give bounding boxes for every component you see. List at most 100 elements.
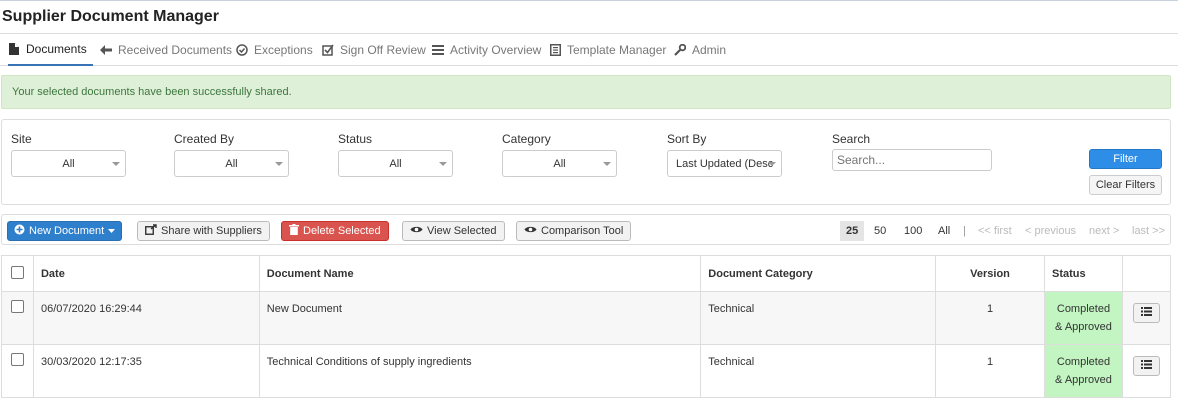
delete-selected-button[interactable]: Delete Selected [281, 221, 389, 241]
row-status: Completed & Approved [1043, 344, 1123, 398]
row-checkbox[interactable] [10, 300, 24, 313]
column-header-status[interactable]: Status [1043, 255, 1123, 292]
share-label: Share with Suppliers [161, 225, 262, 237]
column-header-actions [1121, 255, 1172, 292]
row-actions-cell [1121, 291, 1172, 345]
column-header-document-category[interactable]: Document Category [700, 255, 937, 292]
status-label: Status [338, 132, 373, 146]
tab-activity-overview[interactable]: Activity Overview [432, 34, 541, 66]
compare-label: Comparison Tool [541, 225, 624, 237]
new-document-button[interactable]: New Document [7, 221, 123, 241]
tab-received-documents[interactable]: Received Documents [100, 34, 232, 66]
page-size-100[interactable]: 100 [904, 221, 922, 241]
search-filter: Search [832, 132, 870, 146]
row-checkbox[interactable] [10, 353, 24, 366]
sort-by-filter: Sort By Last Updated (Desc [667, 132, 782, 177]
tab-documents[interactable]: Documents [8, 34, 93, 66]
next-page-link[interactable]: next > [1089, 221, 1119, 241]
filter-button[interactable]: Filter [1089, 149, 1162, 169]
chevron-down-icon [275, 162, 283, 166]
share-with-suppliers-button[interactable]: Share with Suppliers [137, 221, 270, 241]
documents-table: Date Document Name Document Category Ver… [1, 255, 1172, 398]
tab-exceptions[interactable]: Exceptions [236, 34, 313, 66]
site-value: All [62, 157, 75, 170]
page-size-50[interactable]: 50 [874, 221, 886, 241]
tab-label: Admin [692, 43, 727, 57]
success-alert: Your selected documents have been succes… [1, 75, 1171, 109]
status-line-1: Completed [1056, 356, 1111, 368]
row-status: Completed & Approved [1043, 291, 1123, 345]
status-line-1: Completed [1056, 303, 1111, 315]
last-page-link[interactable]: last >> [1132, 221, 1165, 241]
row-category: Technical [700, 344, 937, 398]
site-label: Site [11, 132, 32, 146]
column-header-date[interactable]: Date [32, 255, 260, 292]
select-all-checkbox[interactable] [10, 265, 24, 279]
created-by-select[interactable]: All [174, 150, 289, 177]
site-select[interactable]: All [11, 150, 126, 177]
column-header-version[interactable]: Version [935, 255, 1045, 292]
status-filter: Status All [338, 132, 453, 177]
row-select-cell [1, 291, 34, 345]
status-line-2: & Approved [1055, 374, 1112, 386]
tab-template-manager[interactable]: Template Manager [549, 34, 666, 66]
row-category: Technical [700, 291, 937, 345]
trash-icon [289, 224, 299, 238]
created-by-value: All [225, 157, 238, 170]
table-row: 30/03/2020 12:17:35 Technical Conditions… [1, 344, 1172, 398]
top-border [0, 0, 1178, 1]
list-icon [1140, 360, 1152, 372]
previous-page-link[interactable]: < previous [1025, 221, 1076, 241]
category-select[interactable]: All [502, 150, 617, 177]
page-size-all[interactable]: All [938, 221, 950, 241]
document-toolbar: New Document Share with Suppliers Delete… [1, 214, 1171, 245]
arrow-left-icon [100, 44, 112, 56]
list-icon [1140, 307, 1152, 319]
sort-by-value: Last Updated (Desc [676, 157, 774, 170]
row-document-name[interactable]: New Document [258, 291, 702, 345]
row-date: 30/03/2020 12:17:35 [32, 344, 260, 398]
status-value: All [389, 157, 402, 170]
category-value: All [553, 157, 566, 170]
row-menu-button[interactable] [1132, 356, 1160, 376]
select-all-cell [1, 255, 34, 292]
eye-icon [524, 225, 537, 237]
pager-separator: | [963, 225, 966, 237]
clear-filters-button[interactable]: Clear Filters [1089, 175, 1162, 195]
tab-label: Received Documents [118, 43, 233, 57]
row-menu-button[interactable] [1132, 303, 1160, 323]
chevron-down-icon [768, 162, 776, 166]
page-size-25[interactable]: 25 [840, 221, 865, 241]
first-page-link[interactable]: << first [978, 221, 1012, 241]
table-header-row: Date Document Name Document Category Ver… [1, 255, 1172, 292]
tab-admin[interactable]: Admin [674, 34, 726, 66]
check-square-icon [322, 44, 334, 56]
chevron-down-icon [439, 162, 447, 166]
chevron-down-icon [112, 162, 120, 166]
sort-by-select[interactable]: Last Updated (Desc [667, 150, 782, 177]
tab-sign-off-review[interactable]: Sign Off Review [322, 34, 426, 66]
row-actions-cell [1121, 344, 1172, 398]
status-select[interactable]: All [338, 150, 453, 177]
row-date: 06/07/2020 16:29:44 [32, 291, 260, 345]
row-document-name[interactable]: Technical Conditions of supply ingredien… [258, 344, 702, 398]
table-row: 06/07/2020 16:29:44 New Document Technic… [1, 291, 1172, 345]
comparison-tool-button[interactable]: Comparison Tool [516, 221, 632, 241]
view-selected-button[interactable]: View Selected [402, 221, 505, 241]
check-circle-icon [236, 44, 248, 56]
list-icon [432, 44, 444, 56]
column-header-document-name[interactable]: Document Name [258, 255, 702, 292]
chevron-down-icon [603, 162, 611, 166]
app-title: Supplier Document Manager [2, 8, 219, 25]
filter-panel: Site All Created By All Status All Categ… [1, 119, 1171, 205]
nav-tabs: Documents Received Documents Exceptions … [0, 34, 1178, 66]
tab-label: Activity Overview [450, 43, 542, 57]
search-input[interactable] [832, 149, 992, 171]
view-label: View Selected [427, 225, 497, 237]
document-icon [8, 43, 20, 55]
status-line-2: & Approved [1055, 321, 1112, 333]
category-filter: Category All [502, 132, 617, 177]
share-icon [145, 224, 157, 238]
category-label: Category [502, 132, 551, 146]
template-icon [549, 44, 561, 56]
